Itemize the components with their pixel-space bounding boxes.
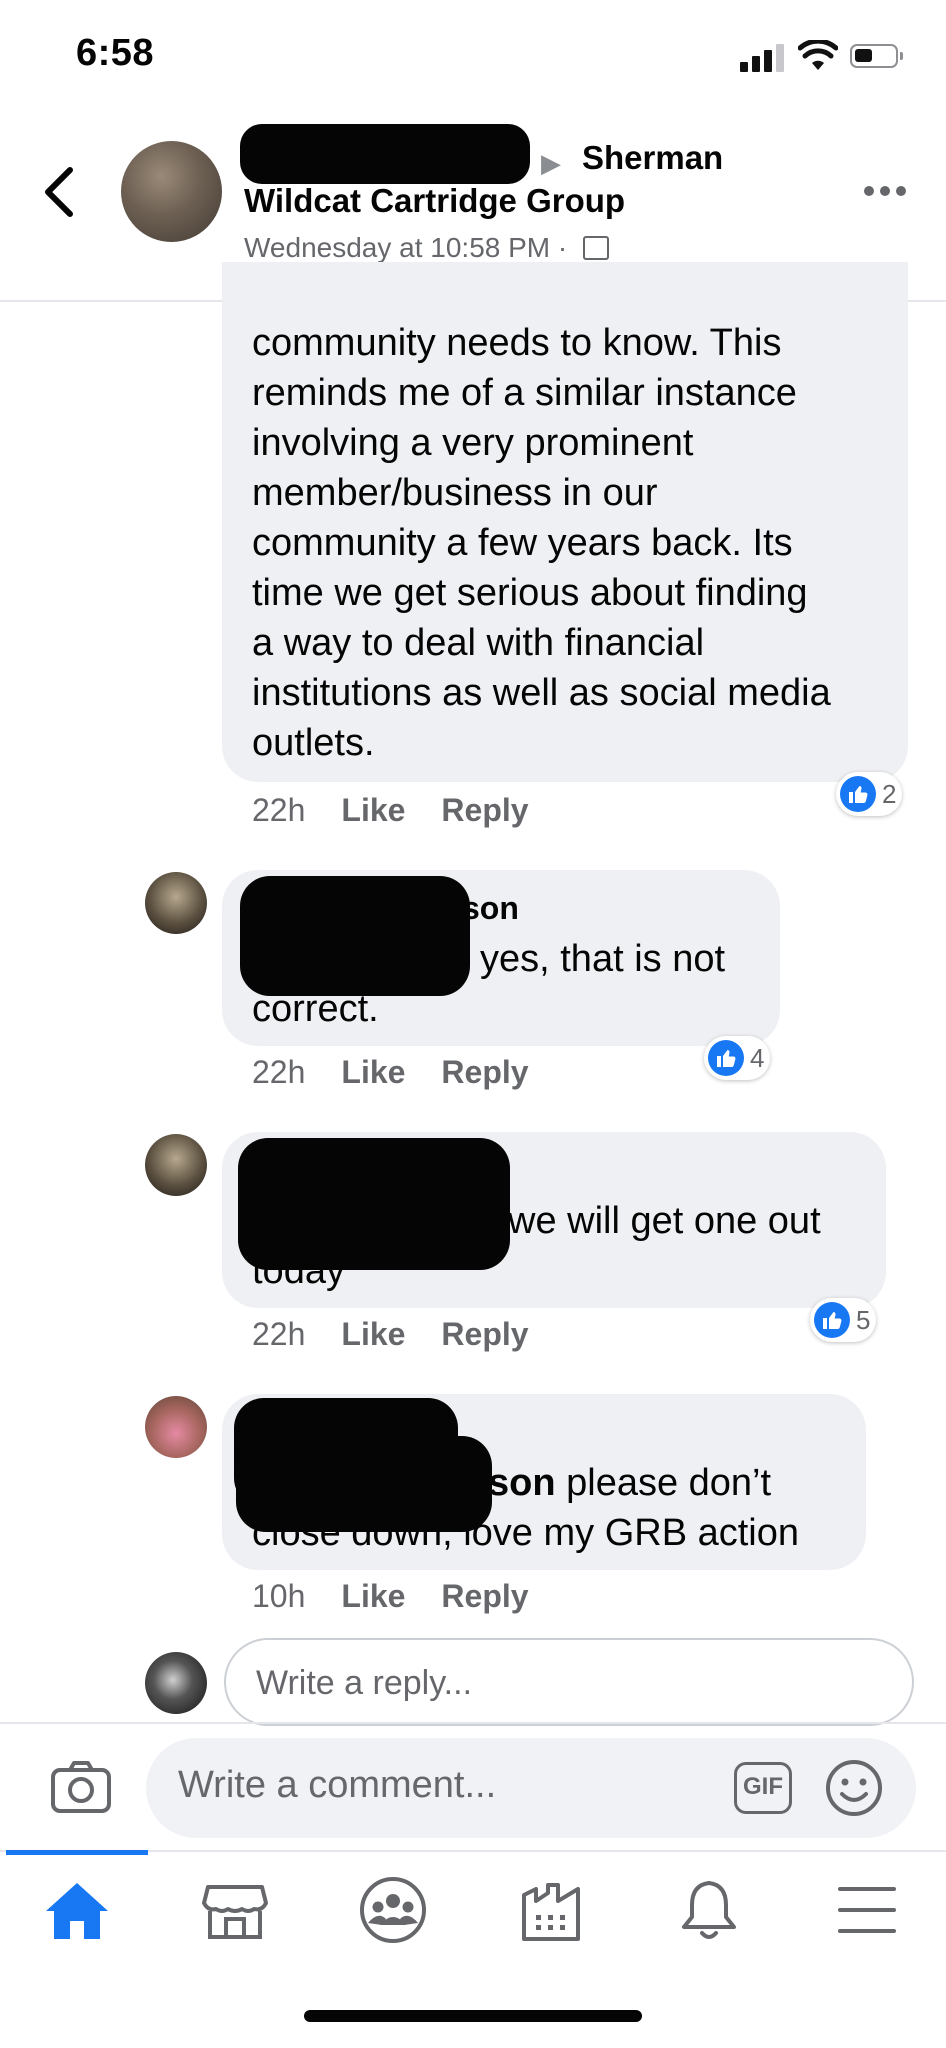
comment-time: 22h bbox=[252, 792, 306, 828]
home-icon[interactable] bbox=[42, 1875, 112, 1945]
camera-icon[interactable] bbox=[50, 1760, 112, 1814]
redacted-author-name bbox=[238, 1138, 510, 1270]
marketplace-icon[interactable] bbox=[200, 1875, 270, 1945]
commenter-avatar[interactable] bbox=[145, 1134, 207, 1196]
reaction-badge[interactable]: 4 bbox=[704, 1036, 771, 1080]
like-reaction-icon bbox=[840, 776, 876, 812]
reply-button[interactable]: Reply bbox=[441, 1054, 528, 1090]
redacted-author-name bbox=[240, 876, 470, 996]
comment-line: involving a very prominent bbox=[252, 422, 694, 464]
group-name-line2: Wildcat Cartridge Group bbox=[244, 182, 626, 219]
like-reaction-icon bbox=[708, 1040, 744, 1076]
reaction-badge[interactable]: 2 bbox=[836, 772, 903, 816]
wifi-icon bbox=[798, 40, 838, 70]
commenter-avatar[interactable] bbox=[145, 1396, 207, 1458]
like-reaction-icon bbox=[814, 1302, 850, 1338]
reaction-count: 4 bbox=[750, 1042, 765, 1073]
reply-button[interactable]: Reply bbox=[441, 792, 528, 828]
more-options-button[interactable] bbox=[864, 186, 908, 198]
comment-mention[interactable]: son bbox=[488, 1462, 556, 1504]
comment-actions: 22h Like Reply bbox=[252, 792, 529, 829]
current-user-avatar bbox=[145, 1652, 207, 1714]
comment-line: member/business in our bbox=[252, 472, 658, 514]
post-timestamp: Wednesday at 10:58 PM · bbox=[244, 232, 568, 263]
active-tab-indicator bbox=[6, 1850, 148, 1855]
groups-icon[interactable] bbox=[358, 1875, 428, 1945]
like-button[interactable]: Like bbox=[341, 1578, 405, 1614]
pages-icon[interactable] bbox=[516, 1875, 586, 1945]
group-privacy-icon bbox=[583, 236, 609, 260]
comment-time: 22h bbox=[252, 1316, 306, 1352]
back-button[interactable] bbox=[36, 164, 82, 220]
composer-divider bbox=[0, 1722, 946, 1724]
comment-text-line: we will get one out bbox=[508, 1200, 821, 1242]
comment-actions: 10h Like Reply bbox=[252, 1578, 529, 1615]
comment-text: son please don’t bbox=[488, 1458, 771, 1508]
write-reply-input[interactable]: Write a reply... bbox=[224, 1638, 914, 1726]
emoji-icon[interactable] bbox=[824, 1758, 884, 1818]
like-button[interactable]: Like bbox=[341, 792, 405, 828]
comment-time: 10h bbox=[252, 1578, 306, 1614]
comment-line: reminds me of a similar instance bbox=[252, 372, 797, 414]
comment-line: institutions as well as social media bbox=[252, 672, 831, 714]
reaction-count: 2 bbox=[882, 778, 897, 809]
like-button[interactable]: Like bbox=[341, 1054, 405, 1090]
comment-line: community needs to know. This bbox=[252, 322, 782, 364]
status-time: 6:58 bbox=[76, 32, 155, 74]
cellular-signal-icon bbox=[740, 42, 784, 72]
reaction-badge[interactable]: 5 bbox=[810, 1298, 877, 1342]
commenter-avatar[interactable] bbox=[145, 872, 207, 934]
comment-author[interactable]: son bbox=[462, 890, 519, 927]
menu-icon[interactable] bbox=[832, 1875, 902, 1945]
home-indicator bbox=[304, 2010, 642, 2022]
comment-text: community needs to know. This reminds me… bbox=[252, 318, 892, 768]
comment-line: community a few years back. Its bbox=[252, 522, 793, 564]
reply-button[interactable]: Reply bbox=[441, 1316, 528, 1352]
comment-line: outlets. bbox=[252, 722, 375, 764]
redacted-author-name bbox=[240, 124, 530, 184]
post-meta: Wednesday at 10:58 PM · bbox=[244, 232, 609, 264]
comment-text-line: please don’t bbox=[566, 1462, 772, 1504]
comment-line: time we get serious about finding bbox=[252, 572, 808, 614]
group-avatar[interactable] bbox=[121, 141, 222, 242]
comment-text-line: yes, that is not bbox=[480, 938, 726, 980]
comment-actions: 22h Like Reply bbox=[252, 1054, 529, 1091]
notifications-icon[interactable] bbox=[674, 1875, 744, 1945]
reply-button[interactable]: Reply bbox=[441, 1578, 528, 1614]
comment-placeholder: Write a comment... bbox=[178, 1764, 497, 1806]
battery-icon bbox=[850, 44, 903, 68]
triangle-right-icon: ▶ bbox=[541, 148, 561, 178]
comment-time: 22h bbox=[252, 1054, 306, 1090]
comment-actions: 22h Like Reply bbox=[252, 1316, 529, 1353]
comment-line: a way to deal with financial bbox=[252, 622, 705, 664]
reaction-count: 5 bbox=[856, 1304, 871, 1335]
like-button[interactable]: Like bbox=[341, 1316, 405, 1352]
gif-button[interactable]: GIF bbox=[734, 1762, 792, 1814]
redacted-mention bbox=[236, 1436, 492, 1532]
